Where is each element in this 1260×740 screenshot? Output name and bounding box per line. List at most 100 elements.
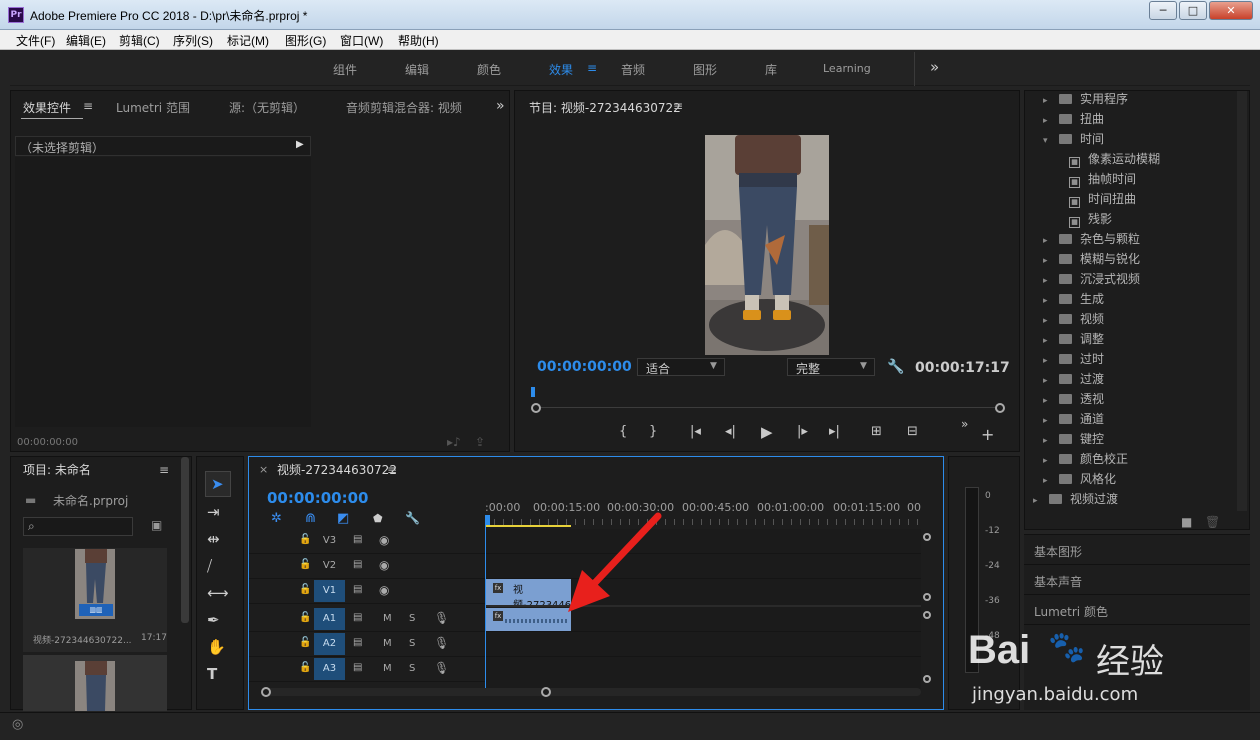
eye-icon[interactable]: ◉	[379, 558, 389, 572]
filter-audio-icon[interactable]: ▸♪	[447, 435, 461, 449]
track-a2-label[interactable]: A2	[314, 633, 345, 655]
microphone-icon[interactable]: 🎙	[434, 661, 449, 675]
workspace-tab-editing[interactable]: 编辑	[405, 61, 429, 78]
h-scroll-handle-left[interactable]	[261, 687, 271, 697]
effects-tree-item[interactable]: ▸ 视频过渡	[1025, 489, 1235, 509]
effects-tree-item[interactable]: ▸ 通道	[1025, 409, 1235, 429]
panel-menu-icon[interactable]: ≡	[387, 463, 397, 477]
panel-overflow-icon[interactable]: »	[496, 98, 505, 114]
effects-tree-item[interactable]: ▸ 颜色校正	[1025, 449, 1235, 469]
essential-sound-panel[interactable]: 基本声音	[1024, 564, 1250, 594]
lumetri-color-tab[interactable]: Lumetri 颜色	[1034, 605, 1108, 619]
effects-tree-item[interactable]: ▸ 透视	[1025, 389, 1235, 409]
effects-tree-item[interactable]: ▸ 生成	[1025, 289, 1235, 309]
chevron-right-icon[interactable]: ▸	[1043, 391, 1053, 411]
h-scroll-handle-right[interactable]	[541, 687, 551, 697]
timeline-playhead-head[interactable]	[485, 515, 490, 525]
zoom-handle-right[interactable]	[995, 403, 1005, 413]
effects-tree-item[interactable]: ▦ 残影	[1025, 209, 1235, 229]
sync-lock-icon[interactable]: ▤	[353, 612, 362, 623]
eye-icon[interactable]: ◉	[379, 533, 389, 547]
menu-marker[interactable]: 标记(M)	[227, 32, 269, 49]
hand-tool-icon[interactable]: ✋	[207, 638, 226, 656]
timeline-ruler[interactable]: :00:00 00:00:15:00 00:00:30:00 00:00:45:…	[485, 497, 925, 527]
timeline-settings-wrench-icon[interactable]: 🔧	[405, 511, 420, 525]
scrub-bar-track[interactable]	[535, 407, 1001, 408]
effects-tree-item[interactable]: ▸ 实用程序	[1025, 89, 1235, 109]
chevron-right-icon[interactable]: ▸	[1043, 311, 1053, 331]
nest-icon[interactable]: ✲	[271, 511, 282, 526]
delete-trash-icon[interactable]: 🗑	[1205, 515, 1220, 529]
microphone-icon[interactable]: 🎙	[434, 611, 449, 625]
tab-audio-clip-mixer[interactable]: 音频剪辑混合器: 视频	[346, 99, 462, 116]
effects-tree-item[interactable]: ▸ 风格化	[1025, 469, 1235, 489]
effects-tree-item[interactable]: ▾ 时间	[1025, 129, 1235, 149]
solo-button[interactable]: S	[409, 663, 415, 674]
chevron-down-icon[interactable]: ▾	[1043, 131, 1053, 151]
chevron-right-icon[interactable]: ▸	[1043, 111, 1053, 131]
effects-tree-item[interactable]: ▸ 过时	[1025, 349, 1235, 369]
razor-tool-icon[interactable]: ⧸	[207, 557, 212, 575]
linked-selection-icon[interactable]: ◩	[337, 511, 349, 526]
v-scroll-handle-top[interactable]	[923, 533, 931, 541]
work-area-bar[interactable]	[485, 525, 571, 527]
menu-graphics[interactable]: 图形(G)	[285, 32, 326, 49]
effects-tree-item[interactable]: ▸ 视频	[1025, 309, 1235, 329]
microphone-icon[interactable]: 🎙	[434, 636, 449, 650]
lumetri-color-panel[interactable]: Lumetri 颜色	[1024, 594, 1250, 624]
effects-tree-item[interactable]: ▦ 时间扭曲	[1025, 189, 1235, 209]
solo-button[interactable]: S	[409, 638, 415, 649]
menu-edit[interactable]: 编辑(E)	[66, 32, 106, 49]
effects-scrollbar[interactable]	[1237, 91, 1247, 511]
workspace-tab-learning[interactable]: Learning	[823, 62, 871, 75]
lift-icon[interactable]: ⊞	[871, 424, 882, 439]
effects-tree-item[interactable]: ▸ 调整	[1025, 329, 1235, 349]
playhead-marker[interactable]	[531, 387, 535, 397]
essential-graphics-panel[interactable]: 基本图形	[1024, 534, 1250, 564]
chevron-right-icon[interactable]: ▸	[1043, 451, 1053, 471]
mark-out-icon[interactable]: }	[649, 424, 657, 439]
lock-icon[interactable]: 🔓	[299, 584, 311, 595]
panel-menu-icon[interactable]: ≡	[673, 99, 683, 113]
add-button-icon[interactable]: +	[981, 425, 994, 444]
track-v1-label[interactable]: V1	[314, 580, 345, 602]
track-a3-label[interactable]: A3	[314, 658, 345, 680]
extract-icon[interactable]: ⊟	[907, 424, 918, 439]
essential-graphics-tab[interactable]: 基本图形	[1034, 545, 1082, 559]
effects-tree-item[interactable]: ▸ 模糊与锐化	[1025, 249, 1235, 269]
ripple-edit-tool-icon[interactable]: ⇹	[207, 530, 220, 548]
chevron-right-icon[interactable]: ▸	[1043, 371, 1053, 391]
step-forward-icon[interactable]: |▸	[797, 424, 808, 439]
chevron-right-icon[interactable]: ▸	[1043, 91, 1053, 111]
a-scroll-handle-bottom[interactable]	[923, 675, 931, 683]
effects-tree-item[interactable]: ▦ 像素运动模糊	[1025, 149, 1235, 169]
add-marker-icon[interactable]: ⬟	[373, 512, 383, 525]
button-editor-overflow-icon[interactable]: »	[961, 417, 968, 431]
chevron-right-icon[interactable]: ▸	[1043, 471, 1053, 491]
a-scroll-handle-top[interactable]	[923, 611, 931, 619]
menu-window[interactable]: 窗口(W)	[340, 32, 383, 49]
mute-button[interactable]: M	[383, 663, 392, 674]
sync-lock-icon[interactable]: ▤	[353, 534, 362, 545]
tab-lumetri-scopes[interactable]: Lumetri 范围	[116, 99, 190, 116]
timeline-h-scrollbar[interactable]	[263, 688, 921, 696]
tab-source[interactable]: 源:（无剪辑）	[229, 99, 305, 116]
export-icon[interactable]: ⇪	[475, 435, 485, 449]
selection-tool-icon[interactable]: ➤	[211, 475, 224, 493]
zoom-fit-dropdown[interactable]: 适合 ▼	[637, 358, 725, 376]
project-scrollbar[interactable]	[181, 457, 189, 623]
effects-tree-item[interactable]: ▸ 杂色与颗粒	[1025, 229, 1235, 249]
effects-tree-item[interactable]: ▸ 扭曲	[1025, 109, 1235, 129]
mute-button[interactable]: M	[383, 613, 392, 624]
program-monitor-title[interactable]: 节目: 视频-272344630722	[529, 99, 681, 116]
timeline-playhead-line[interactable]	[485, 525, 486, 689]
go-to-out-icon[interactable]: ▸|	[829, 424, 840, 439]
track-select-tool-icon[interactable]: ⇥	[207, 503, 220, 521]
sync-lock-icon[interactable]: ▤	[353, 662, 362, 673]
workspace-tab-assembly[interactable]: 组件	[333, 61, 357, 78]
track-v2-label[interactable]: V2	[314, 555, 345, 577]
effects-tree-item[interactable]: ▸ 过渡	[1025, 369, 1235, 389]
close-sequence-icon[interactable]: ×	[259, 463, 268, 476]
project-clip-item[interactable]: ▥▥ 视频-272344630722... 17:17	[23, 548, 167, 652]
play-icon[interactable]: ▶	[761, 423, 773, 441]
